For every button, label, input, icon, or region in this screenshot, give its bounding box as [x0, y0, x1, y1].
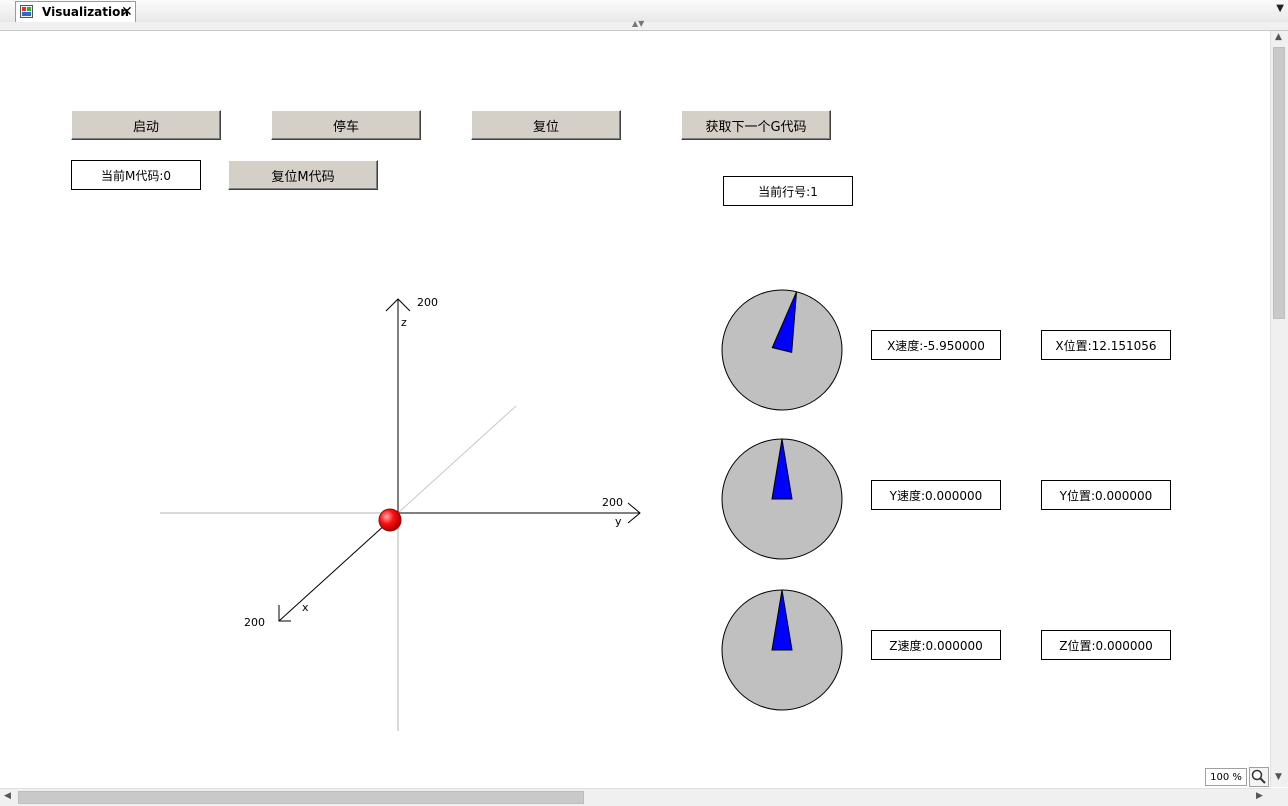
y-axis-label: y [615, 515, 622, 528]
x-axis-max-label: 200 [244, 616, 265, 629]
z-position-display: Z位置:0.000000 [1041, 630, 1171, 660]
z-speed-gauge [721, 589, 843, 711]
tab-title: Visualization [42, 5, 129, 19]
x-position-display: X位置:12.151056 [1041, 330, 1171, 360]
x-speed-display: X速度:-5.950000 [871, 330, 1001, 360]
y-speed-gauge [721, 438, 843, 560]
tab-visualization[interactable]: Visualization ✕ [15, 1, 136, 22]
scroll-down-icon[interactable]: ▼ [1275, 772, 1282, 782]
scroll-up-icon[interactable]: ▲ [1275, 32, 1282, 42]
y-axis-max-label: 200 [602, 496, 623, 509]
pane-splitter[interactable]: ▲▼ [0, 19, 1288, 31]
reset-mcode-button[interactable]: 复位M代码 [228, 160, 378, 190]
stop-button[interactable]: 停车 [271, 110, 421, 140]
z-axis-max-label: 200 [417, 296, 438, 309]
current-line-display: 当前行号:1 [723, 176, 853, 206]
x-axis [278, 512, 399, 622]
horizontal-scroll-thumb[interactable] [18, 791, 584, 804]
tool-position-marker [378, 508, 402, 532]
zoom-magnifier-icon[interactable] [1249, 767, 1269, 787]
visualization-canvas: 启动 停车 复位 获取下一个G代码 当前M代码:0 复位M代码 当前行号:1 2… [1, 31, 1270, 787]
z-speed-display: Z速度:0.000000 [871, 630, 1001, 660]
zoom-level-field[interactable]: 100 % [1205, 768, 1247, 786]
horizontal-scrollbar[interactable]: ◀ ▶ [0, 788, 1270, 806]
vertical-scroll-thumb[interactable] [1273, 47, 1285, 319]
x-axis-label: x [302, 601, 309, 614]
tab-list-chevron-down-icon[interactable]: ▼ [1276, 3, 1284, 14]
y-speed-display: Y速度:0.000000 [871, 480, 1001, 510]
splitter-arrow-icon[interactable]: ▲▼ [632, 19, 644, 28]
x-axis-arrowhead [278, 605, 291, 622]
y-position-display: Y位置:0.000000 [1041, 480, 1171, 510]
close-icon[interactable]: ✕ [121, 4, 133, 20]
reset-button[interactable]: 复位 [471, 110, 621, 140]
start-button[interactable]: 启动 [71, 110, 221, 140]
z-axis-label: z [401, 316, 407, 329]
x-speed-gauge [721, 289, 843, 411]
current-mcode-display: 当前M代码:0 [71, 160, 201, 190]
visualization-icon [20, 5, 33, 18]
next-gcode-button[interactable]: 获取下一个G代码 [681, 110, 831, 140]
vertical-scrollbar[interactable]: ▲ ▼ [1270, 31, 1288, 787]
scrollbar-corner [1270, 788, 1288, 806]
guide-line-diagonal [397, 405, 517, 514]
scroll-left-icon[interactable]: ◀ [4, 791, 11, 801]
scroll-right-icon[interactable]: ▶ [1256, 791, 1263, 801]
axis-view [160, 298, 641, 731]
